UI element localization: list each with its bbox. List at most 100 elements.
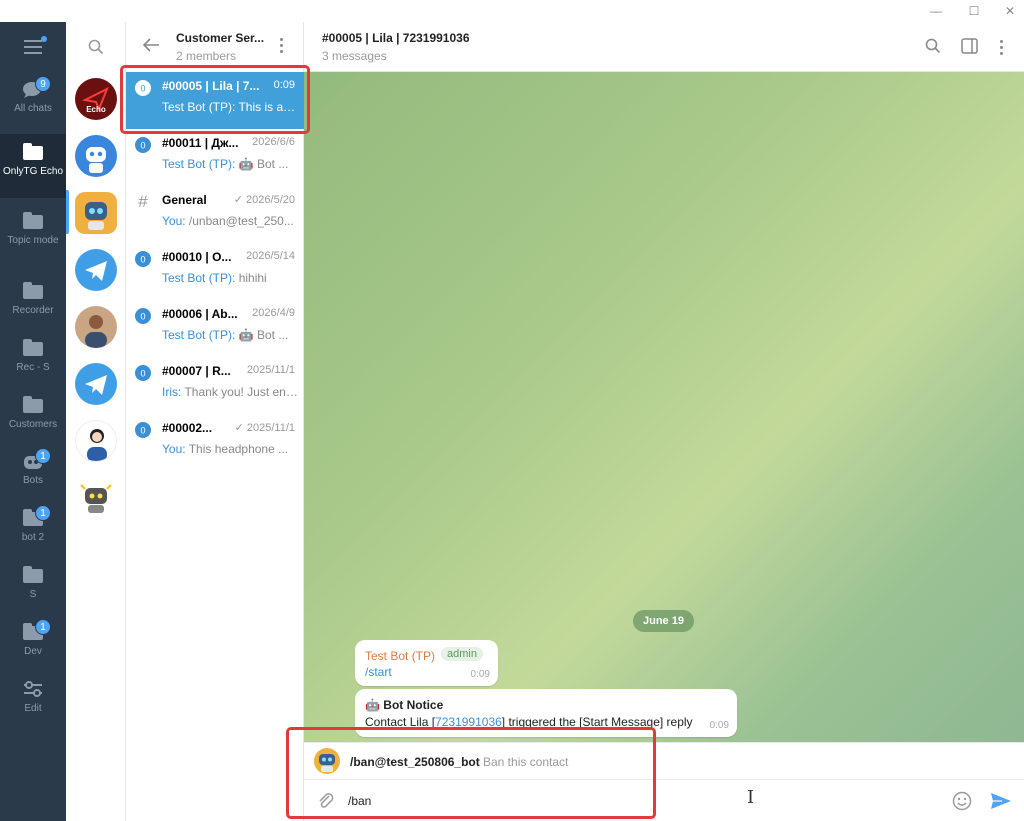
folder-label: Dev xyxy=(24,646,42,657)
folder-all-chats[interactable]: 9 All chats xyxy=(0,76,66,126)
folder-rec-s[interactable]: Rec - S xyxy=(0,339,66,374)
emoji-icon[interactable] xyxy=(952,791,972,816)
folder-customers[interactable]: Customers xyxy=(0,396,66,431)
paperclip-icon[interactable] xyxy=(317,792,335,815)
minimize-icon[interactable]: — xyxy=(928,3,944,19)
chat-row[interactable]: 0 #00005 | Lila | 7... 0:09 Test Bot (TP… xyxy=(126,72,304,129)
bot-avatar xyxy=(314,748,340,774)
folders-sidebar: 9 All chats OnlyTG Echo Topic mode Recor… xyxy=(0,22,66,821)
message-bubble[interactable]: 🤖 Bot Notice Contact Lila [7231991036] t… xyxy=(355,689,737,737)
folder-dev[interactable]: 1 Dev xyxy=(0,619,66,658)
message-text: /start xyxy=(365,665,392,679)
message-composer: I xyxy=(304,779,1024,821)
search-icon[interactable] xyxy=(925,38,941,59)
hashtag-icon: # xyxy=(138,192,148,211)
maximize-icon[interactable]: ☐ xyxy=(966,3,982,19)
chat-list-panel: Customer Ser... 2 members 0 #00005 | Lil… xyxy=(126,22,304,821)
folder-icon xyxy=(22,396,44,414)
chat-row[interactable]: 0 #00007 | R... 2025/11/1 Iris: Thank yo… xyxy=(126,357,304,414)
folder-bots[interactable]: 1 Bots xyxy=(0,448,66,487)
chat-row[interactable]: 0 #00011 | Дж... 2026/6/6 Test Bot (TP):… xyxy=(126,129,304,186)
folder-onlytg-echo[interactable]: OnlyTG Echo xyxy=(0,134,66,198)
avatar-agent[interactable] xyxy=(75,420,117,462)
svg-text:0: 0 xyxy=(140,369,145,379)
folder-label: bot 2 xyxy=(21,532,45,543)
chat-row[interactable]: 0 #00002... ✓ 2025/11/1 You: This headph… xyxy=(126,414,304,471)
avatar-robot-blue[interactable] xyxy=(75,135,117,177)
avatar-robot-gray[interactable] xyxy=(75,477,117,519)
chat-title[interactable]: #00005 | Lila | 7231991036 xyxy=(322,31,470,45)
folder-icon xyxy=(22,143,44,161)
folder-icon xyxy=(22,339,44,357)
chat-time: 2026/4/9 xyxy=(252,307,295,319)
selected-indicator xyxy=(66,190,69,234)
chat-time: 2026/5/14 xyxy=(246,250,295,262)
chat-row[interactable]: 0 #00010 | О... 2026/5/14 Test Bot (TP):… xyxy=(126,243,304,300)
command-name: /ban@test_250806_bot xyxy=(350,755,480,769)
message-time: 0:09 xyxy=(709,720,729,731)
folder-edit[interactable]: Edit xyxy=(0,680,66,715)
chat-preview: Test Bot (TP): hihihi xyxy=(162,271,267,285)
menu-icon[interactable] xyxy=(24,36,47,54)
chat-preview: You: This headphone ... xyxy=(162,442,289,456)
folder-recorder[interactable]: Recorder xyxy=(0,282,66,317)
chat-row[interactable]: # General ✓ 2026/5/20 You: /unban@test_2… xyxy=(126,186,304,243)
message-time: 0:09 xyxy=(470,669,490,680)
folder-badge: 1 xyxy=(35,448,51,464)
svg-text:0: 0 xyxy=(140,426,145,436)
folder-icon xyxy=(22,282,44,300)
avatar-echo[interactable]: Echo xyxy=(75,78,117,120)
topic-bubble-icon: 0 xyxy=(134,79,152,97)
admin-badge: admin xyxy=(441,647,483,661)
chat-preview: Test Bot (TP): This is a s... xyxy=(162,100,298,114)
folder-label: Recorder xyxy=(12,305,54,316)
more-vertical-icon[interactable] xyxy=(280,38,284,53)
date-pill: June 19 xyxy=(633,610,694,632)
folder-topic-mode[interactable]: Topic mode xyxy=(0,212,66,247)
chat-time: 2026/6/6 xyxy=(252,136,295,148)
topic-bubble-icon: 0 xyxy=(134,307,152,325)
svg-text:0: 0 xyxy=(140,84,145,94)
chat-main: #00005 | Lila | 7231991036 3 messages Ju… xyxy=(304,22,1024,821)
chat-time: 0:09 xyxy=(273,79,295,91)
chat-title: #00011 | Дж... xyxy=(162,136,239,150)
folder-label: Topic mode xyxy=(7,235,59,246)
more-vertical-icon[interactable] xyxy=(1000,40,1004,55)
back-arrow-icon[interactable] xyxy=(142,37,160,58)
avatar-robot-yellow[interactable] xyxy=(75,192,117,234)
message-input[interactable] xyxy=(348,790,928,812)
message-bubble[interactable]: Test Bot (TP) admin /start 0:09 xyxy=(355,640,498,686)
message-sender: Test Bot (TP) xyxy=(365,649,436,663)
topic-bubble-icon: 0 xyxy=(134,364,152,382)
group-title[interactable]: Customer Ser... xyxy=(176,31,264,45)
folder-icon xyxy=(22,212,44,230)
avatar-telegram-2[interactable] xyxy=(75,363,117,405)
avatar-person[interactable] xyxy=(75,306,117,348)
chat-header: #00005 | Lila | 7231991036 3 messages xyxy=(304,22,1024,72)
folder-bot-2[interactable]: 1 bot 2 xyxy=(0,505,66,544)
chat-time: 2025/11/1 xyxy=(246,364,295,376)
folder-label: Bots xyxy=(22,475,43,486)
avatar-telegram-1[interactable] xyxy=(75,249,117,291)
message-count: 3 messages xyxy=(322,49,387,63)
send-icon[interactable] xyxy=(990,791,1012,816)
command-description: Ban this contact xyxy=(483,755,569,769)
chat-row[interactable]: 0 #00006 | Ab... 2026/4/9 Test Bot (TP):… xyxy=(126,300,304,357)
folder-s[interactable]: S xyxy=(0,566,66,601)
chat-preview: Test Bot (TP): 🤖 Bot ... xyxy=(162,328,289,342)
folder-icon xyxy=(22,566,44,584)
chat-time: ✓ 2026/5/20 xyxy=(233,194,295,206)
chat-list-header: Customer Ser... 2 members xyxy=(126,22,304,70)
close-icon[interactable]: ✕ xyxy=(1002,3,1018,19)
command-suggestion[interactable]: /ban@test_250806_bot Ban this contact xyxy=(304,742,1024,779)
chat-preview: Iris: Thank you! Just enj... xyxy=(162,385,298,399)
search-icon[interactable] xyxy=(88,39,104,60)
chat-preview: Test Bot (TP): 🤖 Bot ... xyxy=(162,157,289,171)
sidebar-toggle-icon[interactable] xyxy=(961,38,978,59)
svg-text:0: 0 xyxy=(140,141,145,151)
chat-title: #00007 | R... xyxy=(162,364,231,378)
chat-time: ✓ 2025/11/1 xyxy=(234,422,295,434)
folder-label: Rec - S xyxy=(16,362,50,373)
folder-badge: 1 xyxy=(35,505,51,521)
folder-badge: 9 xyxy=(35,76,51,92)
